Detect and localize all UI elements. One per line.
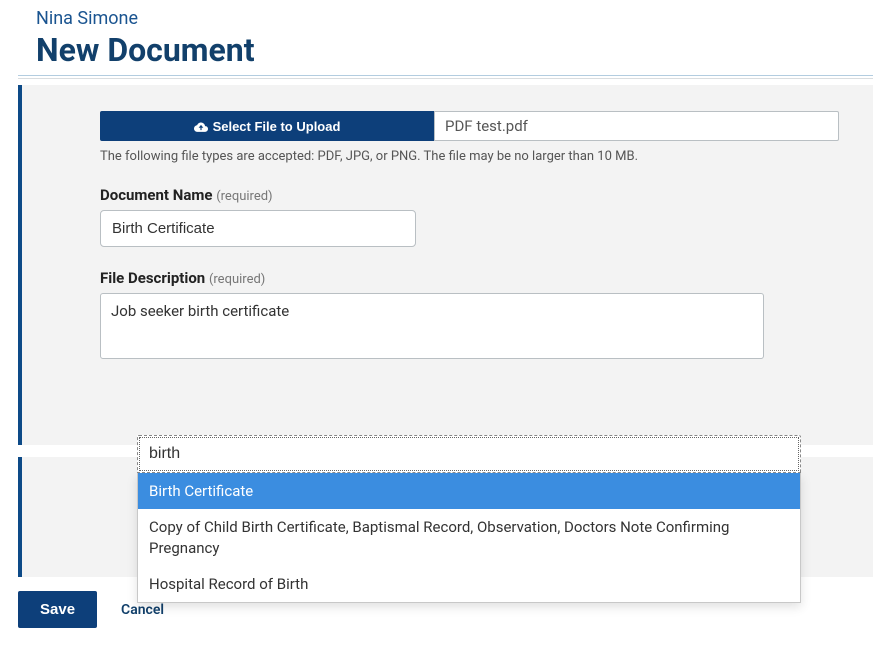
file-description-label: File Description — [100, 269, 205, 287]
autocomplete-option[interactable]: Hospital Record of Birth — [138, 566, 800, 602]
document-name-required: (required) — [216, 189, 272, 204]
upload-panel: Select File to Upload PDF test.pdf The f… — [18, 85, 873, 445]
autocomplete-search-input[interactable] — [137, 435, 801, 473]
page-root: Nina Simone New Document Select File to … — [0, 0, 891, 628]
save-button[interactable]: Save — [18, 591, 97, 628]
autocomplete-wrap: Birth Certificate Copy of Child Birth Ce… — [137, 435, 801, 603]
title-divider — [18, 75, 873, 79]
select-file-label: Select File to Upload — [213, 119, 341, 134]
autocomplete-list: Birth Certificate Copy of Child Birth Ce… — [137, 473, 801, 603]
selected-file-name: PDF test.pdf — [434, 111, 839, 141]
page-header: Nina Simone New Document — [36, 8, 873, 69]
upload-hint: The following file types are accepted: P… — [100, 149, 839, 164]
file-description-textarea[interactable] — [100, 293, 764, 359]
breadcrumb-subtitle: Nina Simone — [36, 8, 873, 29]
file-upload-row: Select File to Upload PDF test.pdf — [100, 111, 839, 141]
autocomplete-option[interactable]: Copy of Child Birth Certificate, Baptism… — [138, 509, 800, 566]
cancel-link[interactable]: Cancel — [121, 602, 164, 618]
file-description-label-row: File Description (required) — [100, 269, 839, 287]
document-name-label-row: Document Name (required) — [100, 186, 839, 204]
page-title: New Document — [36, 31, 873, 69]
select-file-button[interactable]: Select File to Upload — [100, 111, 434, 141]
file-description-required: (required) — [209, 272, 265, 287]
document-name-label: Document Name — [100, 186, 212, 204]
document-name-input[interactable] — [100, 210, 416, 247]
cloud-upload-icon — [194, 120, 208, 132]
autocomplete-option[interactable]: Birth Certificate — [138, 473, 800, 509]
